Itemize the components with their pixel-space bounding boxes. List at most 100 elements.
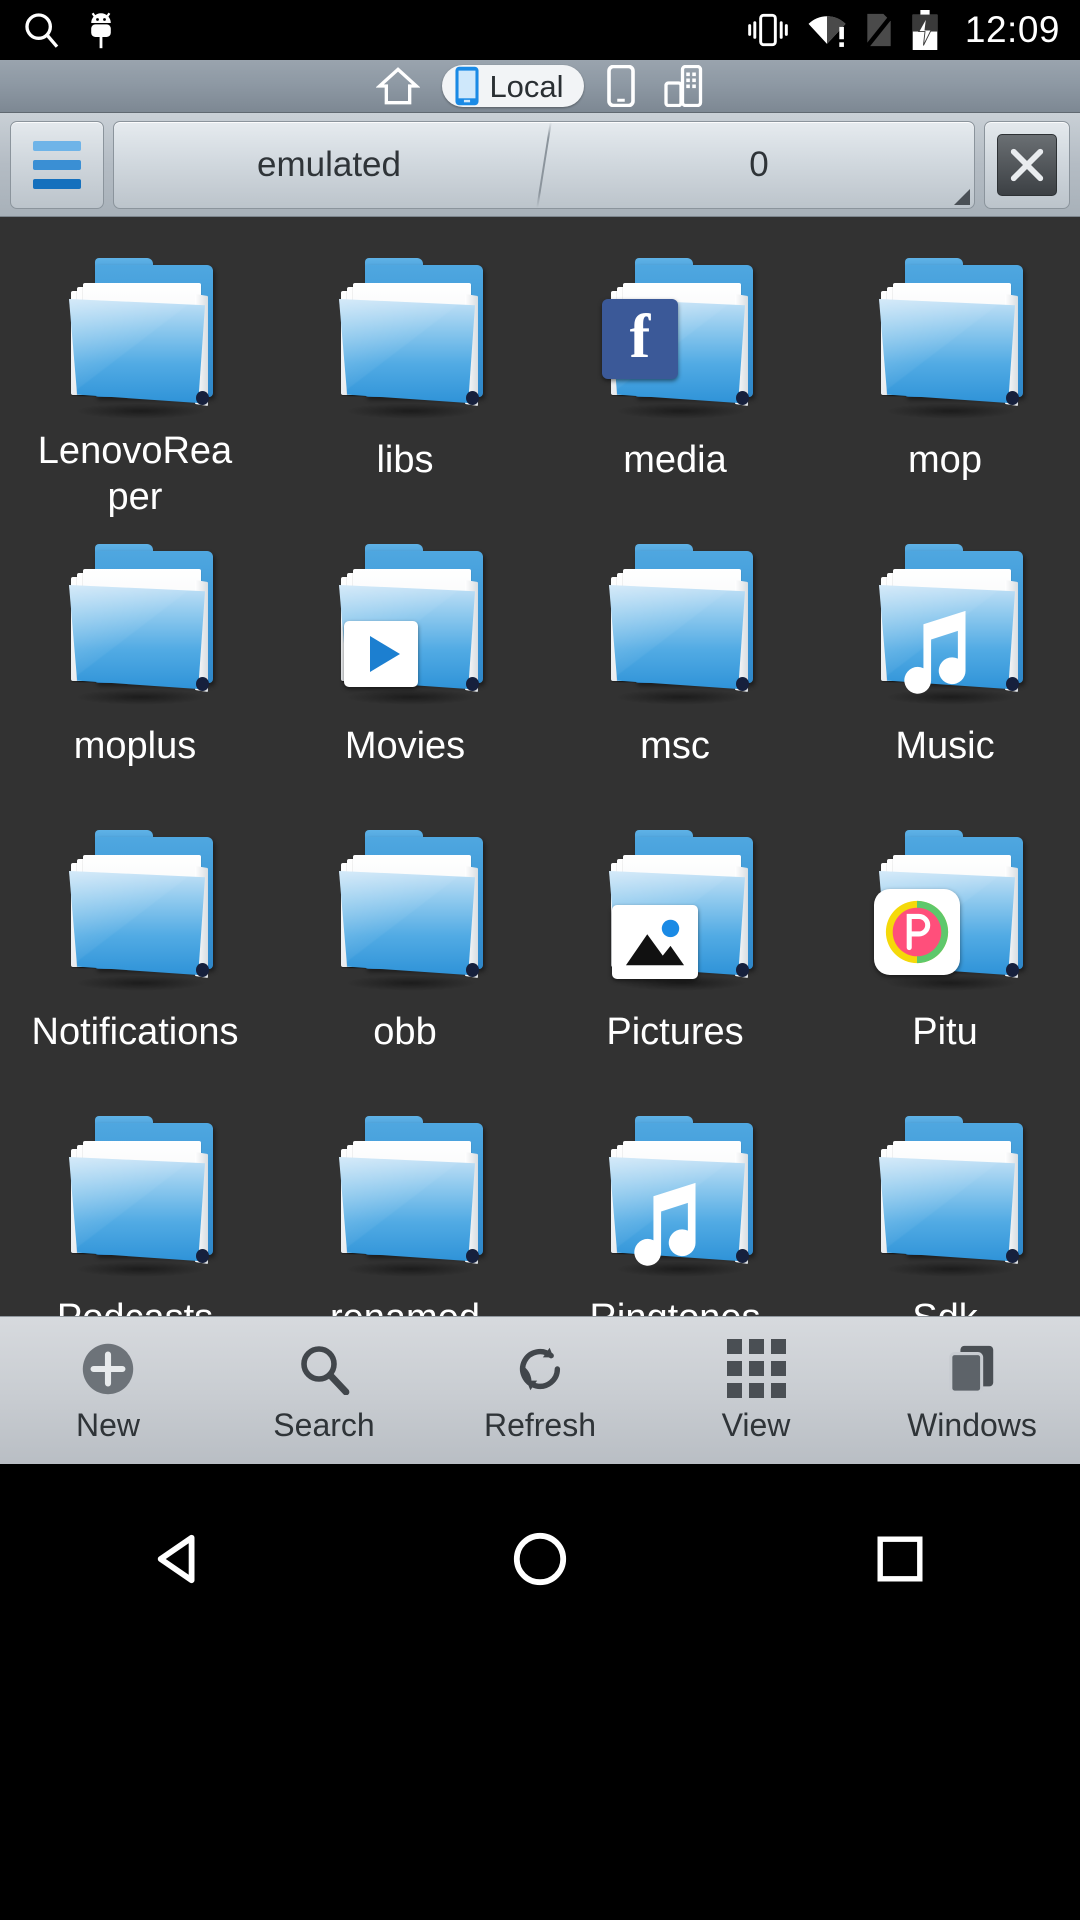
file-icon <box>850 823 1040 1003</box>
folder-icon <box>337 830 489 991</box>
breadcrumb-item[interactable]: 0 <box>544 122 974 208</box>
home-circle-icon <box>513 1532 567 1586</box>
file-grid: LenovoReaper libs f media mop moplus Movies msc… <box>0 217 1080 1339</box>
toolbar-view[interactable]: View <box>648 1317 864 1464</box>
close-icon <box>997 133 1057 196</box>
file-item[interactable]: f media <box>540 235 810 521</box>
file-item[interactable]: Pitu <box>810 807 1080 1093</box>
windows-stack-icon <box>945 1341 999 1397</box>
file-label: msc <box>640 725 710 767</box>
file-item[interactable]: moplus <box>0 521 270 807</box>
file-item[interactable]: libs <box>270 235 540 521</box>
bottom-toolbar: New Search Refresh View Windows <box>0 1316 1080 1464</box>
toolbar-refresh[interactable]: Refresh <box>432 1317 648 1464</box>
file-item[interactable]: mop <box>810 235 1080 521</box>
file-label: Notifications <box>31 1011 239 1053</box>
hamburger-menu-icon[interactable] <box>10 120 104 209</box>
file-icon <box>580 823 770 1003</box>
toolbar-windows[interactable]: Windows <box>864 1317 1080 1464</box>
nav-home-button[interactable] <box>440 1504 640 1614</box>
battery-charging-icon <box>911 10 939 50</box>
file-label: Pictures <box>606 1011 744 1053</box>
android-debug-icon <box>84 9 118 51</box>
file-label: obb <box>373 1011 437 1053</box>
nav-back-button[interactable] <box>80 1504 280 1614</box>
file-item[interactable]: Pictures <box>540 807 810 1093</box>
file-label: media <box>623 439 727 481</box>
breadcrumb: emulated 0 <box>113 120 975 209</box>
phone-icon <box>455 66 479 106</box>
file-icon <box>40 251 230 422</box>
toolbar-search-label: Search <box>273 1406 375 1443</box>
close-tab-button[interactable] <box>984 120 1070 209</box>
recents-square-icon <box>877 1536 923 1582</box>
resize-corner-icon <box>954 188 970 205</box>
file-label: mop <box>908 439 982 481</box>
file-label: Pitu <box>912 1011 978 1053</box>
refresh-icon <box>513 1341 567 1397</box>
file-label: Movies <box>344 725 466 767</box>
wifi-alert-icon <box>807 13 847 47</box>
file-label: Music <box>895 725 995 767</box>
location-tab-strip: Local <box>0 60 1080 113</box>
file-icon <box>850 537 1040 717</box>
toolbar-new-label: New <box>75 1406 140 1443</box>
toolbar-new[interactable]: New <box>0 1317 216 1464</box>
vibrate-icon <box>746 13 790 47</box>
nav-recents-button[interactable] <box>800 1504 1000 1614</box>
file-icon <box>580 1109 770 1289</box>
file-icon <box>850 251 1040 431</box>
file-icon <box>40 823 230 1003</box>
folder-icon <box>337 1116 489 1277</box>
toolbar-search[interactable]: Search <box>216 1317 432 1464</box>
folder-icon <box>877 1116 1029 1277</box>
file-label: moplus <box>73 725 197 767</box>
file-label: libs <box>376 439 434 481</box>
file-item[interactable]: Music <box>810 521 1080 807</box>
file-icon <box>310 823 500 1003</box>
tab-device[interactable] <box>600 64 642 108</box>
folder-icon <box>877 258 1029 419</box>
file-icon <box>580 537 770 717</box>
file-item[interactable]: Movies <box>270 521 540 807</box>
folder-icon <box>337 258 489 419</box>
folder-icon <box>67 258 219 419</box>
folder-icon <box>67 830 219 991</box>
file-icon <box>310 537 500 717</box>
file-icon <box>40 537 230 717</box>
file-item[interactable]: Notifications <box>0 807 270 1093</box>
folder-icon <box>607 544 759 705</box>
file-icon <box>310 1109 500 1289</box>
grid-view-icon <box>726 1339 786 1398</box>
plus-circle-icon <box>81 1341 135 1397</box>
no-sim-icon <box>864 11 894 49</box>
file-item[interactable]: msc <box>540 521 810 807</box>
toolbar-windows-label: Windows <box>907 1406 1037 1443</box>
video-play-icon <box>344 621 418 687</box>
file-icon <box>850 1109 1040 1289</box>
search-icon[interactable] <box>22 10 62 50</box>
file-icon: f <box>580 251 770 431</box>
facebook-icon: f <box>602 299 678 379</box>
status-bar: 12:09 <box>0 0 1080 60</box>
folder-icon <box>67 544 219 705</box>
status-clock: 12:09 <box>964 9 1060 50</box>
search-icon <box>298 1341 350 1397</box>
tab-local[interactable]: Local <box>442 65 584 107</box>
music-note-icon <box>888 607 978 695</box>
toolbar-refresh-label: Refresh <box>483 1406 597 1443</box>
pitu-app-icon <box>874 889 960 975</box>
music-note-icon <box>618 1179 708 1267</box>
file-icon <box>310 251 500 431</box>
file-item[interactable]: LenovoReaper <box>0 235 270 521</box>
toolbar-view-label: View <box>721 1406 791 1443</box>
tab-network[interactable] <box>658 64 710 108</box>
file-item[interactable]: obb <box>270 807 540 1093</box>
path-bar: emulated 0 <box>0 113 1080 217</box>
back-triangle-icon <box>157 1534 195 1584</box>
tab-home[interactable] <box>370 64 426 108</box>
breadcrumb-item[interactable]: emulated <box>114 122 544 208</box>
image-icon <box>612 905 698 979</box>
android-nav-bar <box>0 1464 1080 1920</box>
file-icon <box>40 1109 230 1289</box>
